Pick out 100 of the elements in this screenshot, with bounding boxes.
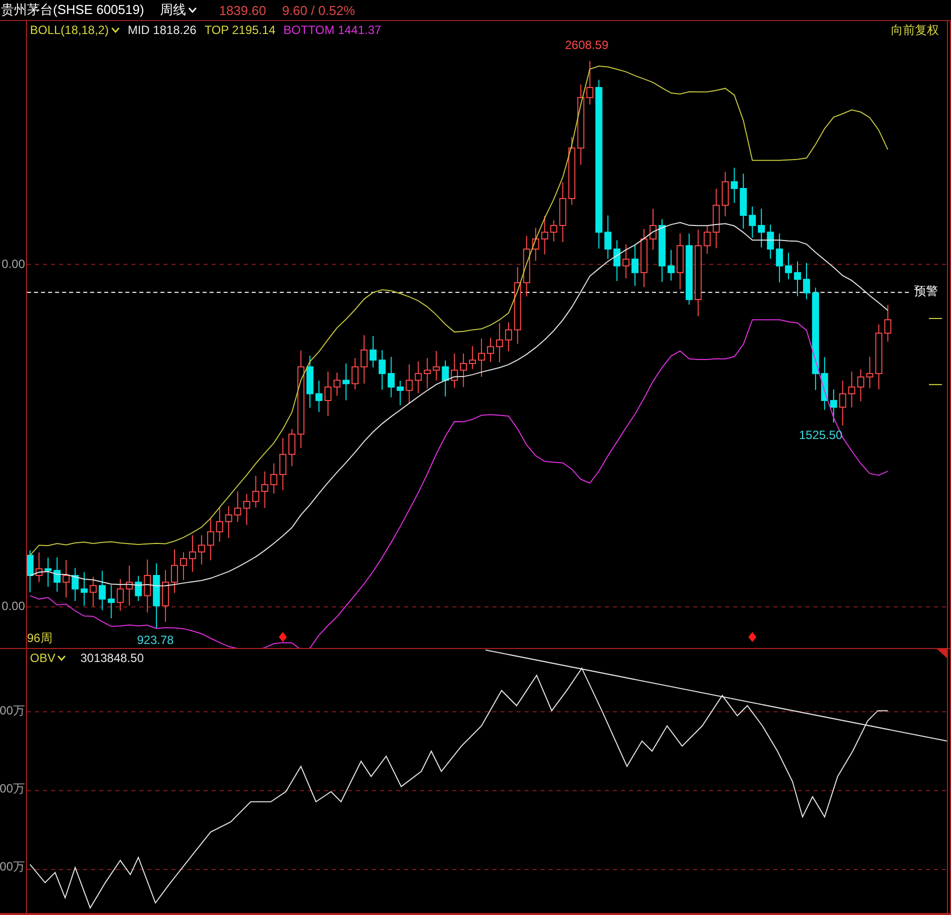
candlestick [216,506,224,542]
candlestick [676,233,684,290]
candlestick [134,575,142,602]
axis-label: 0.00 [2,257,25,271]
candlestick [243,493,250,526]
candlestick [126,565,133,606]
chevron-down-icon [188,7,198,13]
candlestick [704,225,711,254]
price-change: 9.60 / 0.52% [282,2,356,18]
candlestick [722,171,729,217]
candlestick [784,252,792,280]
stock-price: 1839.60 [219,2,266,18]
candlestick [342,363,350,401]
candlestick [189,534,196,572]
candlestick [766,224,774,260]
low-price-label: 923.78 [137,633,174,647]
candlestick [857,368,864,402]
candlestick [414,360,422,394]
candlestick [261,470,268,508]
candlestick [198,534,206,565]
candlestick [776,233,783,283]
candlestick [839,380,846,426]
candlestick [144,559,151,613]
candlestick [568,136,576,206]
candlestick [631,244,638,286]
candlestick [162,570,169,622]
candlestick [740,173,747,230]
candlestick [180,552,188,580]
obv-value: 3013848.50 [80,651,144,665]
candlestick [98,570,106,611]
candlestick [550,220,558,242]
candlestick [468,346,476,370]
mid-value: MID 1818.26 [128,23,196,37]
candlestick [315,380,322,412]
candlestick [116,578,124,612]
bar-count-label: 96周 [27,631,52,645]
candlestick [36,552,43,583]
candlestick [207,517,214,561]
candlestick [884,304,892,342]
adjustment-label: 向前复权 [891,23,939,37]
candlestick [152,562,160,629]
candlestick [170,548,178,594]
candlestick [234,490,242,522]
axis-label: 00万 [0,780,25,798]
diamond-marker [278,632,287,642]
candlestick [830,388,838,424]
candlestick [730,167,738,204]
candlestick [866,356,874,389]
candlestick [306,355,314,408]
bottom-value: BOTTOM 1441.37 [283,23,382,37]
low-price-label: 1525.50 [799,428,842,442]
indicator-dropdown[interactable]: BOLL(18,18,2) [30,23,120,37]
period-dropdown[interactable]: 周线 [154,1,202,19]
candlestick [324,371,332,417]
candlestick [288,428,296,467]
candlestick [613,240,620,282]
stock-name: 贵州茅台(SHSE 600519) [1,1,144,19]
candlestick [442,360,449,397]
candlestick [622,244,630,279]
candlestick [712,188,720,249]
axis-label: 0.00 [2,599,25,613]
candlestick [650,208,657,250]
alert-label: 预警 [913,284,939,298]
candlestick [505,322,512,352]
candlestick [478,338,485,378]
candlestick [640,228,648,288]
candlestick [794,260,802,297]
candlestick [875,324,882,390]
indicator-dropdown[interactable]: OBV [30,651,66,665]
candlestick [487,337,494,362]
candlestick [334,372,341,396]
candlestick [108,584,115,619]
axis-label: 00万 [0,702,25,720]
candlestick [658,218,666,282]
candlestick [424,358,431,389]
candlestick [279,437,286,491]
candlestick [388,356,395,398]
candlestick [72,567,79,602]
candlestick [586,60,594,105]
candlestick [532,227,540,262]
candlestick [821,356,828,410]
candlestick [225,506,232,538]
candlestick [370,336,377,368]
candlestick [848,371,856,408]
candlestick [27,550,34,593]
candlestick [523,235,530,297]
chevron-down-icon [57,655,66,661]
corner-marker [936,649,947,658]
candlestick [496,322,504,363]
candlestick [541,215,548,255]
candlestick [54,556,61,592]
candlestick [406,364,413,404]
candlestick [352,358,359,390]
candlestick [748,206,756,238]
candlestick [559,182,566,242]
candlestick [80,572,88,606]
candlestick [90,576,97,608]
candlestick [270,462,278,494]
top-value: TOP 2195.14 [204,23,276,37]
candlestick [450,353,458,388]
